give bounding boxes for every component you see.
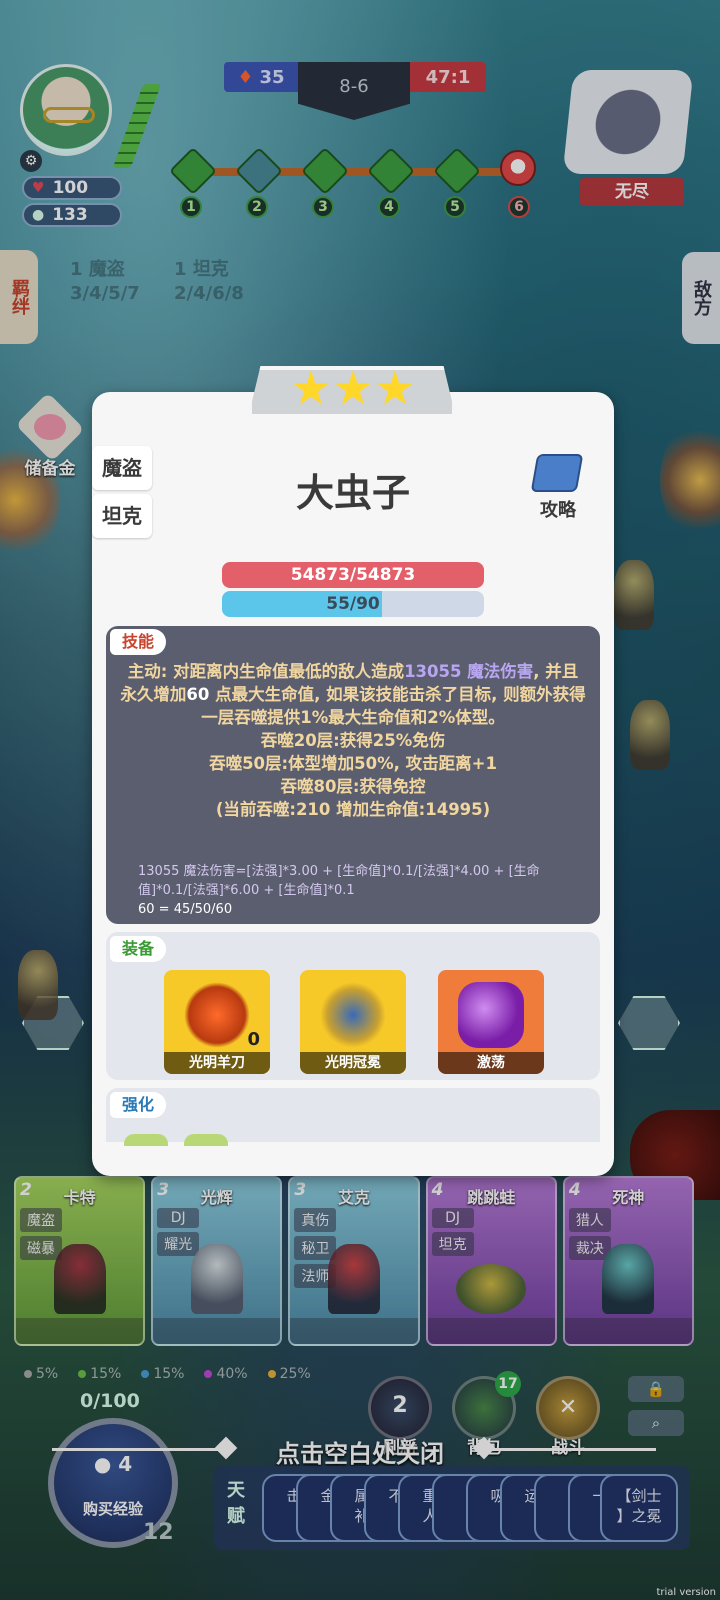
equipment-name: 光明羊刀	[164, 1052, 270, 1074]
crown-icon	[320, 982, 386, 1048]
equipment-section-label: 装备	[110, 936, 167, 962]
equipment-item[interactable]: 激荡	[438, 970, 544, 1074]
skill-line: (当前吞噬:210 增加生命值:14995)	[215, 800, 491, 819]
enhance-item[interactable]	[184, 1134, 228, 1146]
equipment-item[interactable]: 光明冠冕	[300, 970, 406, 1074]
skill-formula: 13055 魔法伤害=[法强]*3.00 + [生命值]*0.1/[法强]*4.…	[138, 864, 540, 917]
graduation-cap-icon	[530, 454, 584, 492]
enhance-section-label: 强化	[110, 1092, 167, 1118]
enhance-item[interactable]	[124, 1134, 168, 1146]
dagger-icon	[184, 982, 250, 1048]
equipment-count: 0	[247, 1029, 260, 1050]
mana-bar: 55/90	[222, 591, 484, 617]
equipment-item[interactable]: 0 光明羊刀	[164, 970, 270, 1074]
skill-description: 主动: 对距离内生命值最低的敌人造成13055 魔法伤害, 并且永久增加60 点…	[120, 662, 586, 819]
skill-line: 吞噬50层:体型增加50%, 攻击距离+1	[209, 754, 497, 773]
purple-orb-icon	[458, 982, 524, 1048]
hp-bar: 54873/54873	[222, 562, 484, 588]
equipment-name: 光明冠冕	[300, 1052, 406, 1074]
skill-line: 吞噬80层:获得免控	[280, 777, 426, 796]
mana-text: 55/90	[326, 594, 380, 614]
equipment-name: 激荡	[438, 1052, 544, 1074]
guide-label: 攻略	[540, 500, 576, 521]
skill-section-label: 技能	[110, 629, 167, 655]
guide-button[interactable]: 攻略	[528, 452, 588, 521]
enhance-panel	[106, 1088, 600, 1142]
skill-line: 吞噬20层:获得25%免伤	[260, 731, 446, 750]
